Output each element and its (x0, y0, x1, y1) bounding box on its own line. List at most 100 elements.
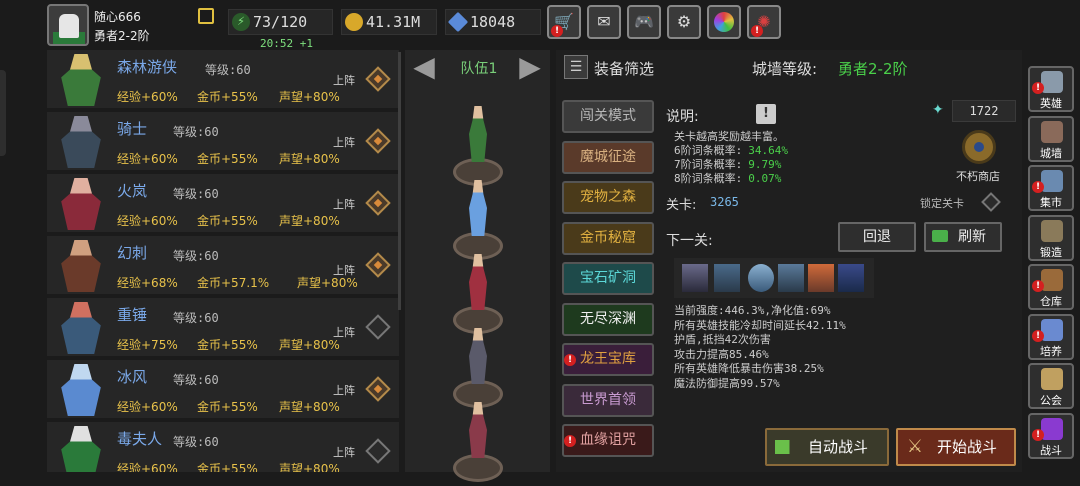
hero-row[interactable]: 重锤 等级:60 经验+75% 金币+55% 声望+80% 上阵 (47, 298, 399, 358)
gem-icon: ✦ (932, 102, 944, 118)
alert-icon: ! (551, 25, 563, 37)
equipment-filter-label[interactable]: 装备筛选 (594, 58, 654, 79)
hero-row[interactable]: 幻刺 等级:60 经验+68% 金币+57.1% 声望+80% 上阵 (47, 236, 399, 296)
hero-list-scrollbar[interactable] (398, 52, 401, 310)
guild-icon (1041, 368, 1063, 390)
deploy-label: 上阵 (333, 74, 355, 87)
deploy-label: 上阵 (333, 446, 355, 459)
rate-value: 9.79% (748, 158, 782, 171)
deploy-toggle[interactable] (365, 128, 391, 154)
mode-button[interactable]: 闯关模式 (562, 100, 654, 133)
sidebar-button[interactable]: 公会 (1028, 363, 1074, 409)
deploy-label: 上阵 (333, 384, 355, 397)
mode-button-label: 龙王宝库 (580, 351, 636, 367)
hero-list[interactable]: 森林游侠 等级:60 经验+60% 金币+55% 声望+80% 上阵 骑士 等级:60 经验+6… (47, 50, 399, 472)
mode-button-label: 闯关模式 (580, 108, 636, 124)
sidebar-button[interactable]: 锻造 (1028, 214, 1074, 261)
deploy-toggle[interactable] (365, 376, 391, 402)
sidebar-button[interactable]: 英雄! (1028, 66, 1074, 112)
sidebar-button[interactable]: 培养! (1028, 313, 1074, 360)
hero-name: 毒夫人 (117, 430, 163, 448)
immortal-shop-label[interactable]: 不朽商店 (956, 168, 1000, 184)
start-battle-label: 开始战斗 (936, 438, 997, 456)
sidebar-button-label: 锻造 (1040, 245, 1062, 259)
gamepad-button[interactable]: 🎮 (627, 5, 661, 39)
mode-button[interactable]: 血缘诅咒! (562, 424, 654, 457)
sidebar-button-label: 城墙 (1040, 146, 1062, 160)
market-icon (1041, 170, 1063, 192)
team-hero-sprite-icon (469, 402, 487, 458)
sidebar-button-label: 英雄 (1040, 97, 1062, 110)
refresh-button-label: 刷新 (958, 229, 986, 245)
sidebar-button-label: 培养 (1040, 344, 1062, 358)
hero-exp-bonus: 经验+60% (117, 214, 178, 228)
alert-icon: ! (564, 354, 576, 366)
enemy-warrior-icon (808, 264, 834, 292)
deploy-toggle[interactable] (365, 66, 391, 92)
color-wheel-button[interactable] (707, 5, 741, 39)
hero-row[interactable]: 森林游侠 等级:60 经验+60% 金币+55% 声望+80% 上阵 (47, 50, 399, 110)
edit-icon[interactable] (198, 8, 214, 24)
hero-sprite-icon (61, 178, 101, 230)
hero-row[interactable]: 毒夫人 等级:60 经验+60% 金币+55% 声望+80% 上阵 (47, 422, 399, 472)
deploy-toggle[interactable] (365, 438, 391, 464)
firework-button[interactable]: ✺ ! (747, 5, 781, 39)
gear-icon: ⚙ (676, 12, 692, 31)
next-team-arrow-icon[interactable]: ▶ (513, 52, 547, 82)
alert-icon: ! (564, 435, 576, 447)
hero-row[interactable]: 冰风 等级:60 经验+60% 金币+55% 声望+80% 上阵 (47, 360, 399, 420)
hero-level: 等级:60 (173, 249, 219, 263)
lightning-icon: ⚡ (232, 13, 250, 31)
rate-label: 6阶词条概率: (674, 144, 743, 157)
info-icon[interactable]: ! (756, 104, 776, 124)
hero-row[interactable]: 骑士 等级:60 经验+60% 金币+55% 声望+80% 上阵 (47, 112, 399, 172)
deploy-toggle[interactable] (365, 190, 391, 216)
stage-details: 说明: ! ✦ 1722 不朽商店 关卡越高奖励越丰富。 6阶词条概率: 34.6… (666, 100, 1016, 468)
settings-button[interactable]: ⚙ (667, 5, 701, 39)
mode-button[interactable]: 魔城征途 (562, 140, 654, 174)
start-battle-button[interactable]: ⚔ 开始战斗 (896, 428, 1016, 466)
stamina-timer: 20:52 +1 (260, 37, 313, 50)
deploy-toggle[interactable] (365, 252, 391, 278)
mode-button[interactable]: 宠物之森 (562, 181, 654, 214)
player-avatar[interactable] (47, 4, 89, 46)
hero-gold-bonus: 金币+55% (197, 400, 258, 414)
deploy-toggle[interactable] (365, 314, 391, 340)
flag-icon (775, 440, 797, 454)
mode-button[interactable]: 金币秘窟 (562, 221, 654, 255)
alert-icon: ! (1032, 428, 1044, 441)
mode-button-label: 宠物之森 (580, 189, 636, 205)
mode-button-label: 无尽深渊 (580, 310, 636, 327)
hero-row[interactable]: 火岚 等级:60 经验+60% 金币+55% 声望+80% 上阵 (47, 174, 399, 234)
mode-button[interactable]: 无尽深渊 (562, 302, 654, 336)
left-edge-handle[interactable] (0, 70, 6, 156)
mode-button[interactable]: 世界首领 (562, 383, 654, 417)
team-slot[interactable] (451, 402, 505, 482)
pedestal-icon (453, 454, 503, 482)
details-title: 说明: (666, 109, 699, 125)
shop-cart-button[interactable]: 🛒 ! (547, 5, 581, 39)
mode-button[interactable]: 宝石矿洞 (562, 262, 654, 295)
sidebar-button[interactable]: 城墙 (1028, 115, 1074, 162)
gem-count: 1722 (952, 100, 1016, 122)
mode-button-label: 金币秘窟 (580, 229, 636, 246)
sidebar-button[interactable]: 集市! (1028, 165, 1074, 211)
hero-gold-bonus: 金币+55% (197, 462, 258, 472)
right-sidebar: 英雄! 城墙 集市! 锻造 仓库! 培养! 公会 战斗! (1026, 66, 1076, 466)
hero-exp-bonus: 经验+60% (117, 462, 178, 472)
video-icon (932, 230, 948, 242)
details-desc: 关卡越高奖励越丰富。 (674, 130, 784, 143)
hero-sprite-icon (61, 426, 101, 472)
prev-team-arrow-icon[interactable]: ◀ (407, 52, 441, 82)
sidebar-button[interactable]: 战斗! (1028, 412, 1074, 459)
mail-button[interactable]: ✉ (587, 5, 621, 39)
immortal-shop-icon[interactable] (962, 130, 996, 164)
back-button-label: 回退 (863, 229, 891, 245)
list-icon[interactable]: ☰ (564, 55, 588, 79)
refresh-button[interactable]: 刷新 (924, 222, 1002, 252)
sidebar-button[interactable]: 仓库! (1028, 264, 1074, 310)
back-button[interactable]: 回退 (838, 222, 916, 252)
auto-battle-button[interactable]: 自动战斗 (765, 428, 889, 466)
mode-button[interactable]: 龙王宝库! (562, 343, 654, 376)
lock-stage-checkbox[interactable] (981, 192, 1001, 212)
